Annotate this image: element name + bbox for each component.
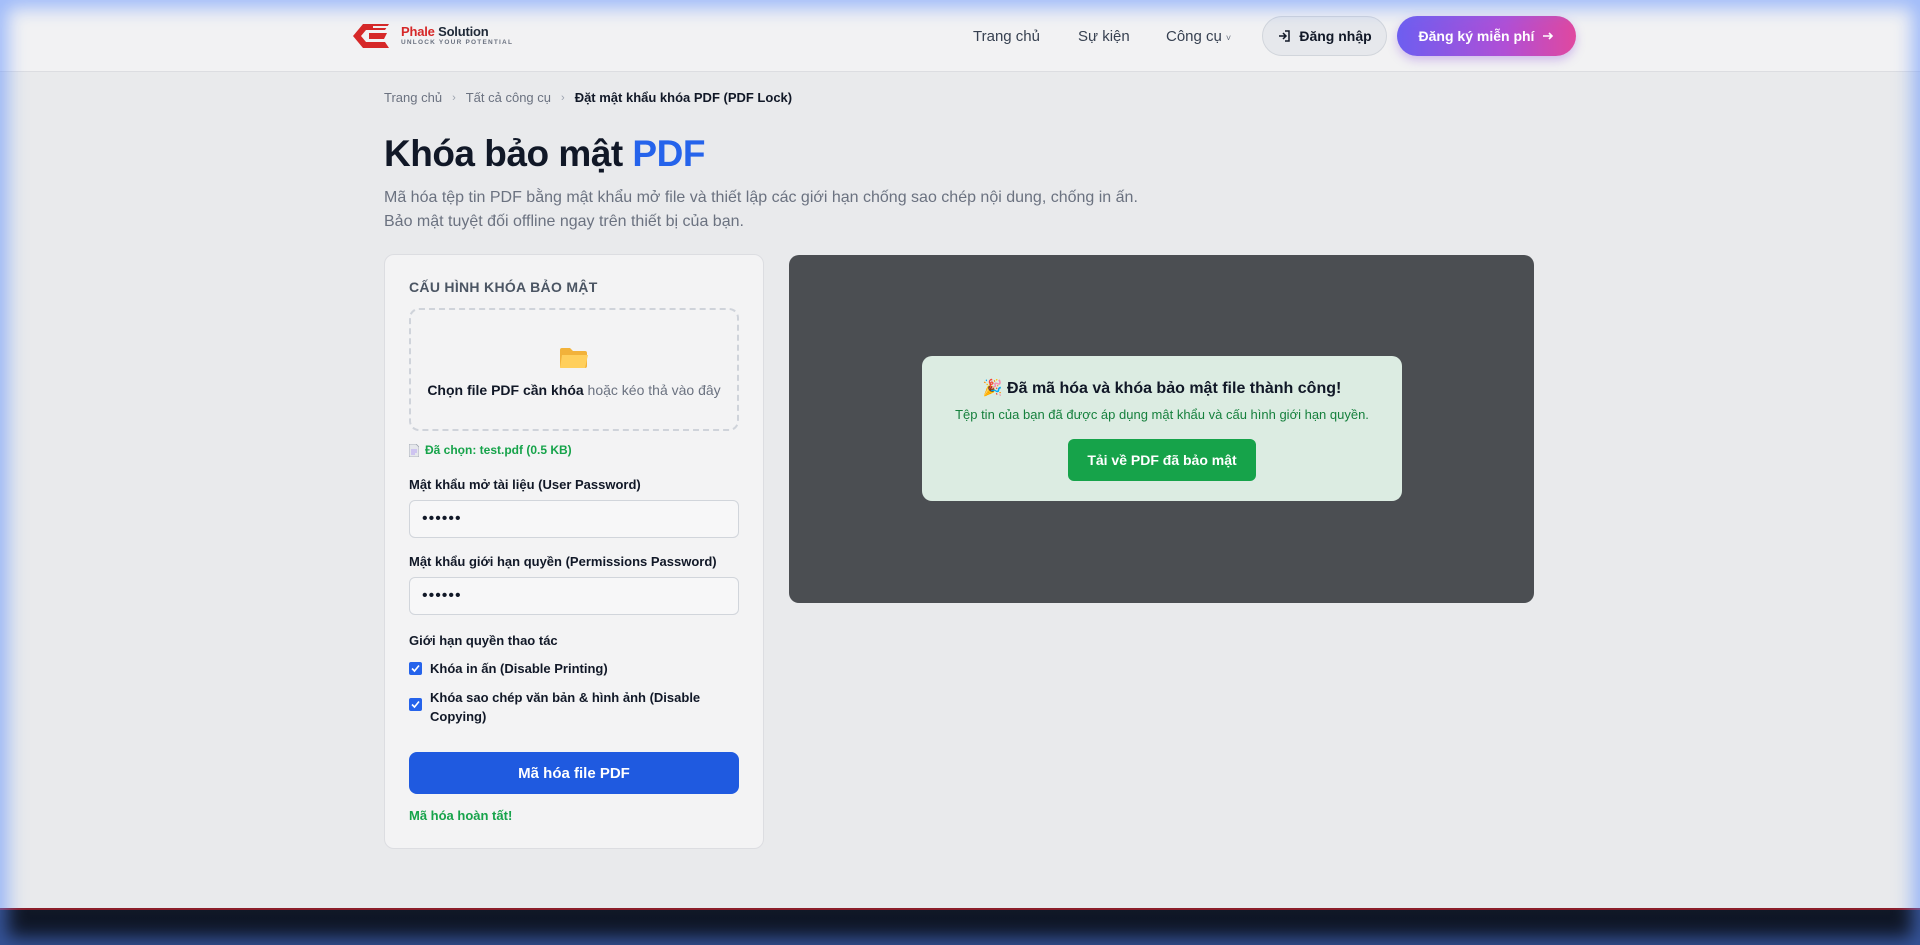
success-subtitle: Tệp tin của bạn đã được áp dụng mật khẩu…: [955, 407, 1369, 422]
user-password-label: Mật khẩu mở tài liệu (User Password): [409, 477, 641, 492]
breadcrumb-separator-icon: ›: [452, 91, 456, 104]
page-title-accent: PDF: [632, 133, 705, 174]
breadcrumb-home[interactable]: Trang chủ: [384, 90, 442, 105]
restrictions-label: Giới hạn quyền thao tác: [409, 633, 558, 648]
breadcrumb-current: Đặt mật khẩu khóa PDF (PDF Lock): [574, 90, 793, 105]
arrow-right-icon: [1543, 32, 1554, 40]
download-secured-pdf-button[interactable]: Tải về PDF đã bảo mật: [1068, 439, 1256, 481]
breadcrumb-separator-icon: ›: [561, 91, 565, 104]
encrypt-pdf-button[interactable]: Mã hóa file PDF: [409, 752, 739, 794]
brand-logo[interactable]: Phale Solution UNLOCK YOUR POTENTIAL: [349, 20, 513, 52]
file-icon: [409, 443, 419, 457]
page-description: Mã hóa tệp tin PDF bằng mật khẩu mở file…: [384, 189, 1138, 230]
signup-button[interactable]: Đăng ký miễn phí: [1397, 16, 1576, 56]
signup-label: Đăng ký miễn phí: [1418, 28, 1535, 44]
selected-file-info: Đã chọn: test.pdf (0.5 KB): [409, 443, 572, 457]
permissions-password-input[interactable]: ••••••: [409, 577, 739, 615]
success-card: 🎉 Đã mã hóa và khóa bảo mật file thành c…: [922, 356, 1402, 501]
brand-name: Phale Solution: [401, 24, 489, 40]
nav-tools-label: Công cụ: [1166, 28, 1222, 45]
brand-logo-icon: [353, 24, 393, 48]
success-title: 🎉 Đã mã hóa và khóa bảo mật file thành c…: [982, 380, 1342, 397]
file-dropzone[interactable]: Chọn file PDF cần khóa hoặc kéo thả vào …: [409, 308, 739, 431]
nav-tools[interactable]: Công cụ ˅: [1166, 28, 1231, 45]
user-password-input[interactable]: ••••••: [409, 500, 739, 538]
chevron-down-icon: ˅: [1225, 33, 1232, 43]
site-footer: [0, 908, 1920, 945]
breadcrumb-all-tools[interactable]: Tất cả công cụ: [466, 90, 551, 105]
disable-copying-label: Khóa sao chép văn bản & hình ảnh (Disabl…: [430, 690, 701, 724]
result-preview-area: 🎉 Đã mã hóa và khóa bảo mật file thành c…: [789, 255, 1534, 603]
disable-printing-checkbox[interactable]: [409, 662, 422, 675]
disable-copying-option[interactable]: Khóa sao chép văn bản & hình ảnh (Disabl…: [409, 688, 729, 726]
breadcrumb: Trang chủ › Tất cả công cụ › Đặt mật khẩ…: [384, 90, 792, 105]
brand-tagline: UNLOCK YOUR POTENTIAL: [401, 39, 514, 47]
nav-home[interactable]: Trang chủ: [973, 28, 1040, 45]
page-title: Khóa bảo mật PDF: [384, 133, 705, 174]
disable-printing-option[interactable]: Khóa in ấn (Disable Printing): [409, 659, 729, 678]
checkmark-icon: [411, 664, 420, 673]
lock-config-panel: CẤU HÌNH KHÓA BẢO MẬT Chọn file PDF cần …: [384, 254, 764, 849]
disable-copying-checkbox[interactable]: [409, 698, 422, 711]
dropzone-text: Chọn file PDF cần khóa hoặc kéo thả vào …: [427, 381, 721, 398]
permissions-password-label: Mật khẩu giới hạn quyền (Permissions Pas…: [409, 554, 717, 569]
login-button[interactable]: Đăng nhập: [1262, 16, 1387, 56]
login-icon: [1279, 30, 1291, 42]
folder-icon: [560, 347, 588, 368]
login-label: Đăng nhập: [1299, 28, 1372, 44]
encrypt-status: Mã hóa hoàn tất!: [409, 808, 513, 823]
nav-events[interactable]: Sự kiện: [1078, 28, 1130, 45]
panel-heading: CẤU HÌNH KHÓA BẢO MẬT: [409, 279, 598, 295]
disable-printing-label: Khóa in ấn (Disable Printing): [430, 661, 608, 676]
site-header: Phale Solution UNLOCK YOUR POTENTIAL Tra…: [0, 0, 1920, 72]
checkmark-icon: [411, 700, 420, 709]
